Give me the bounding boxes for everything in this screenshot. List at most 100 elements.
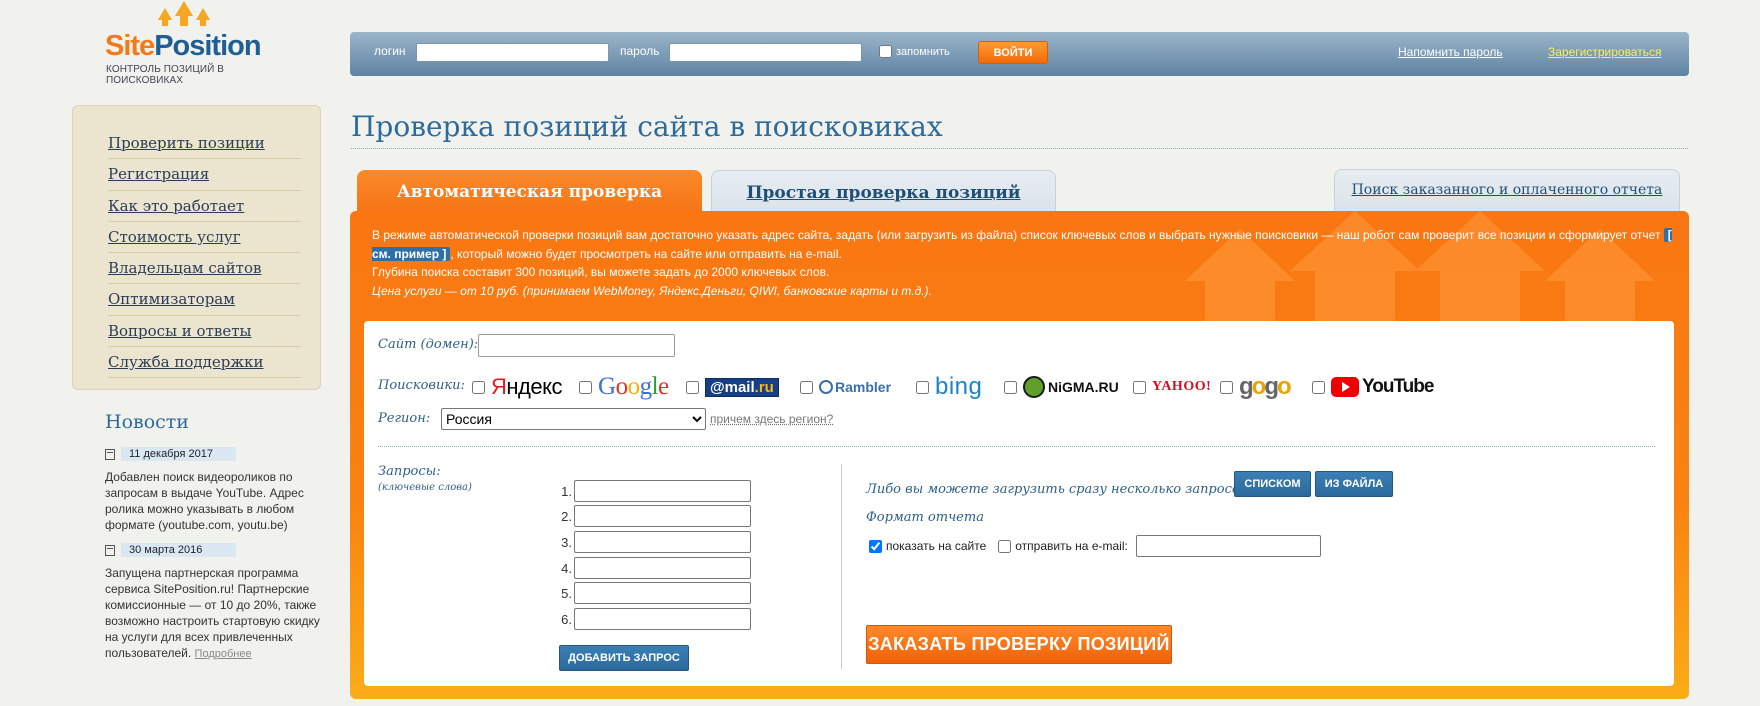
upload-file-button[interactable]: ИЗ ФАЙЛА bbox=[1315, 471, 1393, 497]
report-format-label: Формат отчета bbox=[866, 510, 984, 525]
add-query-button[interactable]: ДОБАВИТЬ ЗАПРОС bbox=[559, 645, 689, 671]
engine-gogo[interactable]: gogo bbox=[1220, 373, 1292, 400]
region-label: Регион: bbox=[378, 411, 431, 426]
send-email-label: отправить на e-mail: bbox=[1015, 539, 1128, 553]
menu-item-price: Стоимость услуг bbox=[108, 222, 301, 254]
sidebar-menu: Проверить позиции Регистрация Как это ра… bbox=[72, 105, 321, 390]
news-text: Запущена партнерская программа сервиса S… bbox=[105, 565, 325, 662]
menu-item-register: Регистрация bbox=[108, 159, 301, 191]
send-email-checkbox[interactable] bbox=[998, 539, 1012, 553]
remember-checkbox[interactable] bbox=[879, 45, 892, 58]
tab-find-report[interactable]: Поиск заказанного и оплаченного отчета bbox=[1334, 169, 1680, 214]
menu-item-seo: Оптимизаторам bbox=[108, 284, 301, 316]
menu-link-site-owners[interactable]: Владельцам сайтов bbox=[108, 253, 301, 277]
yandex-logo: Яндекс bbox=[491, 374, 562, 399]
menu-link-optimizers[interactable]: Оптимизаторам bbox=[108, 284, 301, 308]
query-input-4[interactable] bbox=[574, 557, 751, 579]
menu-item-how: Как это работает bbox=[108, 191, 301, 222]
query-input-6[interactable] bbox=[574, 608, 751, 630]
news-date: 11 декабря 2017 bbox=[121, 447, 236, 461]
vertical-divider bbox=[841, 464, 842, 669]
menu-link-registration[interactable]: Регистрация bbox=[108, 159, 301, 183]
queries-sublabel: (ключевые слова) bbox=[378, 482, 472, 493]
mailru-checkbox[interactable] bbox=[686, 380, 699, 394]
site-logo[interactable]: SitePosition КОНТРОЛЬ ПОЗИЦИЙ В ПОИСКОВИ… bbox=[103, 0, 293, 86]
intro-depth: Глубина поиска составит 300 позиций, вы … bbox=[372, 265, 830, 279]
youtube-play-icon bbox=[1331, 377, 1359, 397]
news-date-row: 30 марта 2016 bbox=[105, 543, 325, 557]
remember-me[interactable]: запомнить bbox=[879, 45, 950, 58]
news-item: 30 марта 2016 Запущена партнерская прогр… bbox=[105, 543, 325, 662]
form-divider bbox=[378, 446, 1655, 447]
google-logo: Google bbox=[598, 373, 669, 400]
engine-youtube[interactable]: YouTube bbox=[1312, 374, 1434, 400]
rambler-checkbox[interactable] bbox=[800, 380, 813, 394]
logo-tagline: КОНТРОЛЬ ПОЗИЦИЙ В ПОИСКОВИКАХ bbox=[106, 64, 225, 86]
check-form: Сайт (домен): Поисковики: Яндекс Google … bbox=[364, 321, 1674, 686]
order-check-button[interactable]: ЗАКАЗАТЬ ПРОВЕРКУ ПОЗИЦИЙ bbox=[866, 625, 1172, 664]
youtube-checkbox[interactable] bbox=[1312, 380, 1325, 394]
menu-link-faq[interactable]: Вопросы и ответы bbox=[108, 316, 301, 340]
yahoo-checkbox[interactable] bbox=[1133, 380, 1146, 394]
bing-checkbox[interactable] bbox=[916, 380, 929, 394]
engine-google[interactable]: Google bbox=[579, 373, 669, 400]
menu-link-check-positions[interactable]: Проверить позиции bbox=[108, 128, 301, 152]
engine-mailru[interactable]: @mail.ru bbox=[686, 374, 779, 400]
gogo-checkbox[interactable] bbox=[1220, 380, 1233, 394]
query-input-5[interactable] bbox=[574, 582, 751, 604]
google-checkbox[interactable] bbox=[579, 380, 592, 394]
login-input[interactable] bbox=[416, 43, 609, 62]
remember-label: запомнить bbox=[896, 45, 950, 58]
region-select[interactable]: Россия bbox=[441, 408, 706, 430]
news-title: Новости bbox=[105, 411, 189, 433]
youtube-logo: YouTube bbox=[1331, 376, 1434, 398]
menu-item-support: Служба поддержки bbox=[108, 347, 301, 379]
register-link[interactable]: Зарегистрироваться bbox=[1548, 45, 1661, 59]
domain-input[interactable] bbox=[478, 334, 675, 357]
logo-arrows-icon bbox=[158, 1, 210, 26]
engine-nigma[interactable]: NiGMA.RU bbox=[1004, 374, 1119, 400]
query-input-2[interactable] bbox=[574, 505, 751, 527]
mailru-logo: @mail.ru bbox=[705, 377, 779, 397]
auto-check-panel: В режиме автоматической проверки позиций… bbox=[350, 211, 1689, 699]
menu-link-support[interactable]: Служба поддержки bbox=[108, 347, 301, 371]
intro-text: В режиме автоматической проверки позиций… bbox=[372, 226, 1672, 300]
logo-text: SitePosition bbox=[105, 30, 262, 62]
report-format-options: показать на сайте отправить на e-mail: bbox=[869, 535, 1321, 557]
news-section: Новости 11 декабря 2017 Добавлен поиск в… bbox=[105, 411, 325, 672]
login-button[interactable]: ВОЙТИ bbox=[978, 41, 1048, 64]
tab-automatic-check[interactable]: Автоматическая проверка bbox=[357, 170, 702, 215]
bing-logo: bing bbox=[935, 373, 983, 400]
engine-yandex[interactable]: Яндекс bbox=[472, 374, 562, 400]
rambler-logo: Rambler bbox=[819, 379, 891, 395]
remind-password-link[interactable]: Напомнить пароль bbox=[1398, 45, 1503, 59]
tab-simple-check[interactable]: Простая проверка позиций bbox=[711, 170, 1056, 215]
domain-label: Сайт (домен): bbox=[378, 337, 479, 352]
menu-link-pricing[interactable]: Стоимость услуг bbox=[108, 222, 301, 246]
engine-rambler[interactable]: Rambler bbox=[800, 374, 891, 400]
region-help-link[interactable]: причем здесь регион? bbox=[710, 412, 833, 426]
calendar-icon bbox=[105, 544, 115, 556]
nigma-frog-icon bbox=[1023, 376, 1045, 398]
nigma-logo: NiGMA.RU bbox=[1023, 376, 1119, 398]
query-input-3[interactable] bbox=[574, 531, 751, 553]
news-more-link[interactable]: Подробнее bbox=[195, 648, 252, 660]
engines-label: Поисковики: bbox=[378, 378, 465, 393]
engine-yahoo[interactable]: YAHOO! bbox=[1133, 374, 1211, 400]
intro-line1-end: , который можно будет просмотреть на сай… bbox=[450, 246, 842, 261]
query-input-1[interactable] bbox=[574, 480, 751, 502]
yandex-checkbox[interactable] bbox=[472, 380, 485, 394]
show-on-site-label: показать на сайте bbox=[886, 539, 987, 553]
query-number: 2. bbox=[561, 509, 572, 524]
menu-link-how-it-works[interactable]: Как это работает bbox=[108, 191, 301, 215]
query-number: 4. bbox=[561, 561, 572, 576]
yahoo-logo: YAHOO! bbox=[1152, 379, 1212, 394]
nigma-checkbox[interactable] bbox=[1004, 380, 1017, 394]
upload-list-button[interactable]: СПИСКОМ bbox=[1234, 471, 1311, 497]
page-title: Проверка позиций сайта в поисковиках bbox=[351, 110, 943, 143]
email-input[interactable] bbox=[1135, 535, 1321, 557]
engine-bing[interactable]: bing bbox=[916, 373, 983, 400]
show-on-site-checkbox[interactable] bbox=[869, 539, 882, 553]
news-text: Добавлен поиск видеороликов по запросам … bbox=[105, 470, 304, 532]
password-input[interactable] bbox=[669, 43, 862, 62]
